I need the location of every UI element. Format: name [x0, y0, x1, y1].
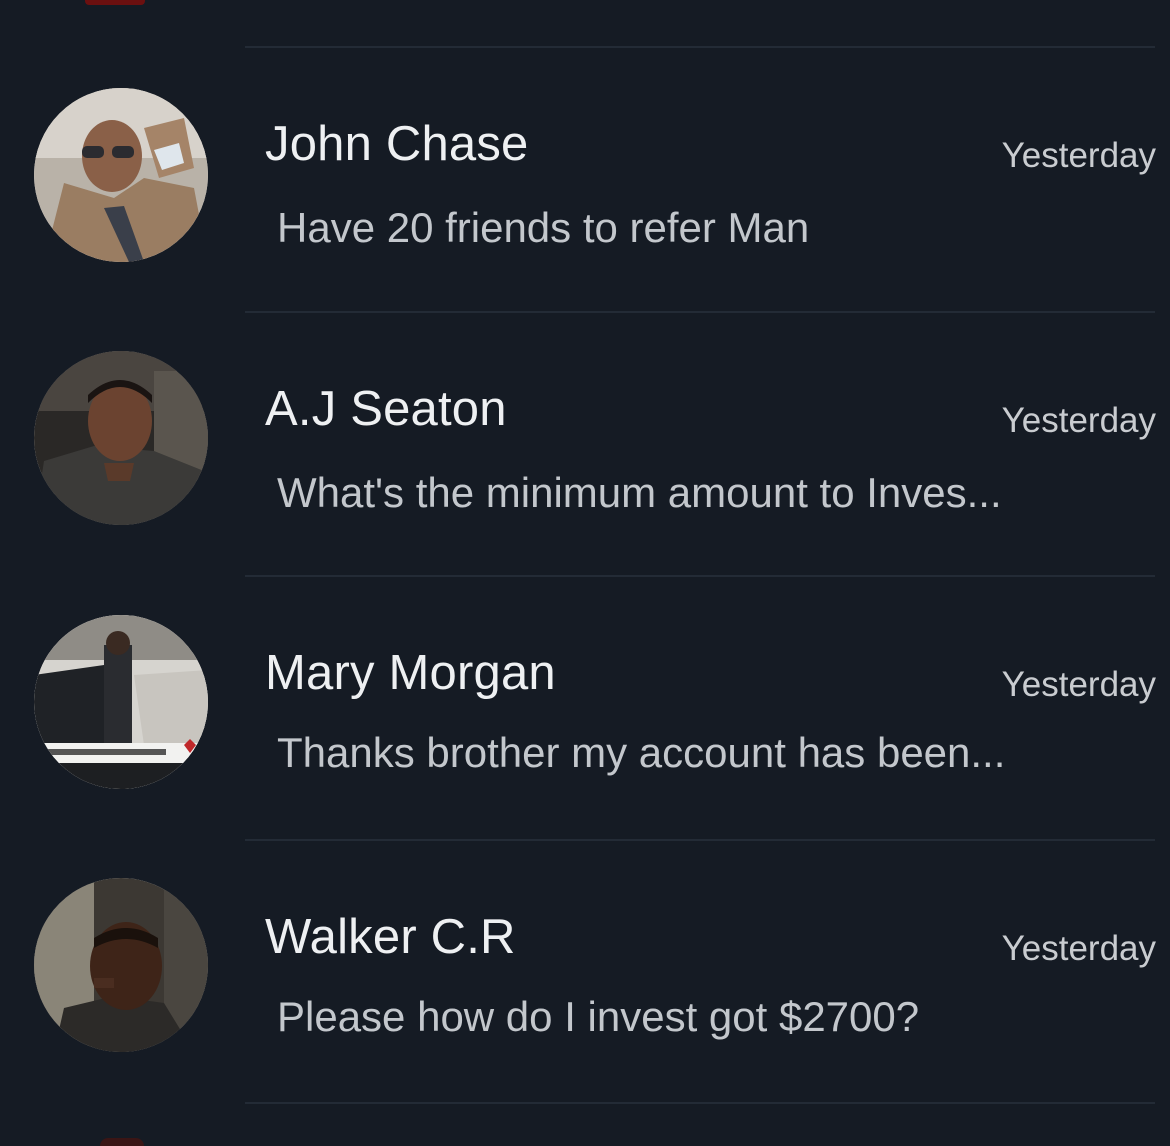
timestamp: Yesterday	[1001, 929, 1156, 968]
message-preview: Thanks brother my account has been...	[277, 729, 1006, 776]
divider	[245, 1102, 1155, 1104]
timestamp: Yesterday	[1001, 136, 1156, 175]
contact-name: John Chase	[265, 117, 529, 171]
avatar[interactable]	[34, 878, 208, 1052]
message-preview: Have 20 friends to refer Man	[277, 204, 810, 251]
contact-name: Walker C.R	[265, 910, 516, 964]
message-preview: What's the minimum amount to Inves...	[277, 469, 1002, 516]
contact-name: Mary Morgan	[265, 646, 556, 700]
conversation-item[interactable]: John Chase Yesterday Have 20 friends to …	[0, 48, 1170, 312]
conversation-item[interactable]: Walker C.R Yesterday Please how do I inv…	[0, 841, 1170, 1105]
top-partial-avatar	[85, 0, 145, 5]
conversation-item[interactable]: Mary Morgan Yesterday Thanks brother my …	[0, 577, 1170, 841]
message-preview: Please how do I invest got $2700?	[277, 993, 920, 1040]
conversation-item[interactable]: A.J Seaton Yesterday What's the minimum …	[0, 313, 1170, 577]
timestamp: Yesterday	[1001, 665, 1156, 704]
bottom-partial-avatar	[100, 1138, 144, 1146]
contact-name: A.J Seaton	[265, 382, 507, 436]
avatar[interactable]	[34, 351, 208, 525]
timestamp: Yesterday	[1001, 401, 1156, 440]
avatar[interactable]	[34, 615, 208, 789]
avatar[interactable]	[34, 88, 208, 262]
